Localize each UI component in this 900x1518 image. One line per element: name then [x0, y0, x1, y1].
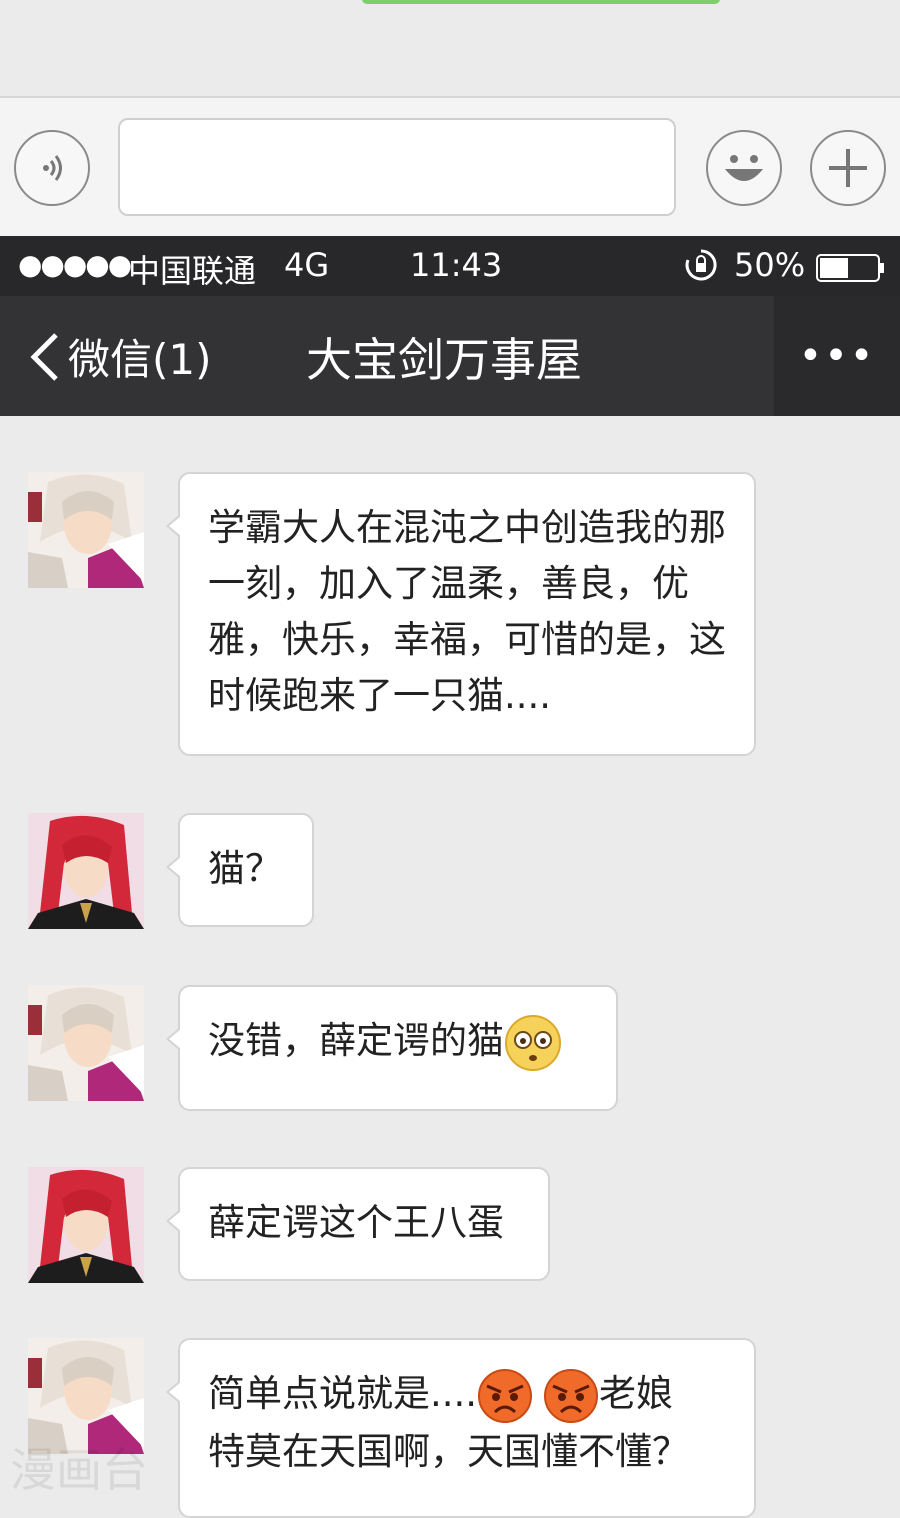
back-label: 微信(1)	[68, 335, 212, 384]
message-text: 简单点说就是....	[208, 1372, 478, 1415]
smiley-icon	[725, 155, 763, 181]
voice-icon	[43, 155, 62, 181]
back-button[interactable]: 微信(1)	[28, 326, 212, 387]
message-text: 老娘	[599, 1372, 674, 1415]
message-input[interactable]	[118, 118, 676, 216]
chat-info-button[interactable]: •••	[774, 296, 900, 416]
avatar-white-hair[interactable]	[28, 985, 144, 1101]
signal-strength: ●●●●●	[18, 248, 132, 281]
message-bubble[interactable]: 薛定谔这个王八蛋	[166, 1167, 550, 1281]
avatar-red-hair[interactable]	[28, 1167, 144, 1283]
clock: 11:43	[410, 246, 503, 284]
network-label: 4G	[284, 246, 330, 284]
angry-face-emoji	[478, 1368, 533, 1423]
message-text: 特莫在天国啊，天国懂不懂？	[208, 1429, 689, 1473]
voice-button[interactable]	[14, 130, 90, 206]
angry-face-emoji	[544, 1368, 599, 1423]
emoji-button[interactable]	[706, 130, 782, 206]
send-button-edge	[362, 0, 720, 4]
avatar-red-hair[interactable]	[28, 813, 144, 929]
plus-icon	[829, 149, 867, 187]
message-text: 薛定谔这个王八蛋	[208, 1201, 504, 1244]
message-bubble[interactable]: 猫？	[166, 813, 314, 927]
message-text: 学霸大人在混沌之中创造我的那一刻，加入了温柔，善良，优雅，快乐，幸福，可惜的是，…	[208, 506, 726, 717]
chat-header: 微信(1) 大宝剑万事屋 •••	[0, 296, 900, 416]
battery-percent: 50%	[734, 246, 806, 284]
status-bar: ●●●●● 中国联通 4G 11:43 50%	[0, 236, 900, 296]
message-bubble[interactable]: 学霸大人在混沌之中创造我的那一刻，加入了温柔，善良，优雅，快乐，幸福，可惜的是，…	[166, 472, 756, 756]
message-text: 没错，薛定谔的猫	[208, 1019, 504, 1062]
rotation-lock-icon	[684, 248, 718, 290]
chat-input-bar	[0, 96, 900, 238]
flushed-face-emoji	[505, 1014, 561, 1071]
watermark: 漫画台	[10, 1443, 148, 1497]
more-dots-icon: •••	[798, 333, 876, 379]
chevron-left-icon	[30, 332, 58, 381]
avatar-white-hair[interactable]	[28, 472, 144, 588]
message-text: 猫？	[208, 847, 282, 890]
battery-icon	[816, 252, 886, 290]
more-functions-button[interactable]	[810, 130, 886, 206]
chat-title: 大宝剑万事屋	[306, 333, 582, 387]
message-bubble[interactable]: 没错，薛定谔的猫	[166, 985, 618, 1111]
message-bubble[interactable]: 简单点说就是.... 老娘 特莫在天国啊，天国懂不懂？	[166, 1338, 756, 1518]
carrier-label: 中国联通	[128, 252, 257, 290]
